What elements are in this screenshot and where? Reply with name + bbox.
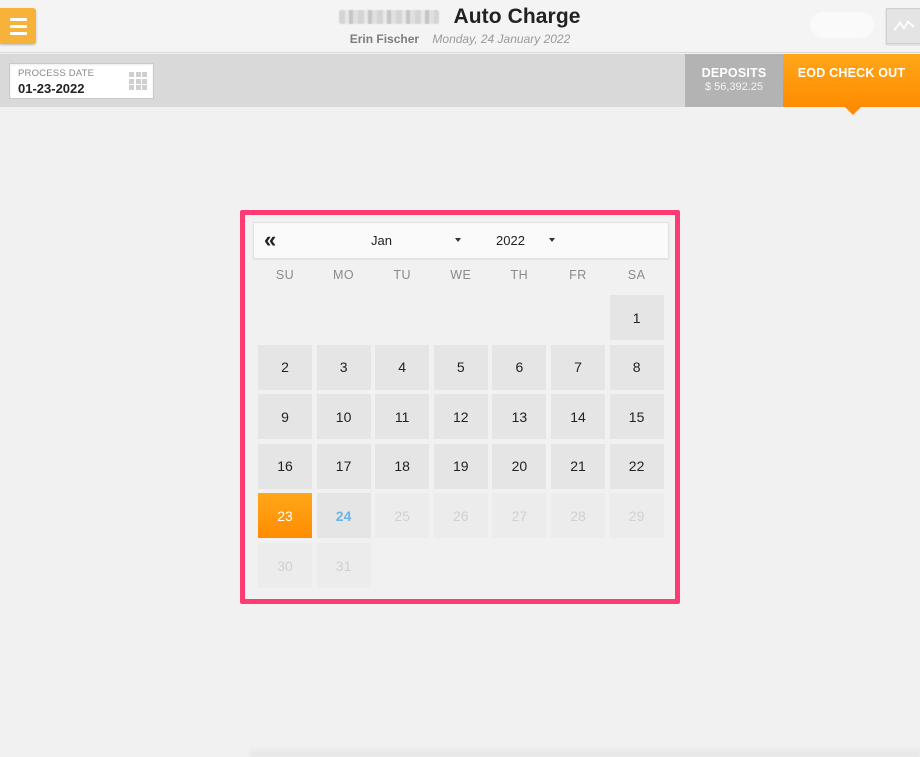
calendar-nav: « Jan 2022 (253, 222, 669, 259)
app-header: Auto Charge Erin Fischer Monday, 24 Janu… (0, 0, 920, 53)
eod-check-out-button[interactable]: EOD CHECK OUT (783, 54, 920, 107)
weekday-label: MO (333, 268, 355, 282)
toolbar: PROCESS DATE 01-23-2022 DEPOSITS $ 56,39… (0, 54, 920, 107)
calendar-day[interactable]: 12 (433, 394, 488, 440)
calendar-day[interactable]: 9 (258, 394, 312, 440)
title-block: Auto Charge Erin Fischer Monday, 24 Janu… (0, 5, 920, 46)
calendar-day: 27 (492, 493, 547, 539)
year-value: 2022 (496, 233, 525, 248)
process-date-field[interactable]: PROCESS DATE 01-23-2022 (9, 63, 154, 99)
current-date: Monday, 24 January 2022 (432, 32, 571, 46)
calendar-day[interactable]: 20 (492, 443, 547, 489)
month-select[interactable]: Jan (371, 233, 463, 248)
redacted-business-name (339, 10, 440, 24)
calendar-day[interactable]: 8 (609, 344, 664, 390)
calendar-day[interactable]: 22 (609, 443, 664, 489)
chart-button[interactable] (886, 8, 920, 44)
weekday-label: WE (450, 268, 472, 282)
caret-down-icon (455, 238, 461, 242)
calendar-day[interactable]: 18 (375, 443, 430, 489)
line-chart-icon (893, 20, 914, 31)
calendar-day[interactable]: 6 (492, 344, 547, 390)
calendar-day: 30 (258, 543, 312, 588)
calendar-day[interactable]: 11 (375, 394, 430, 440)
header-pill (810, 12, 874, 38)
calendar-day: 26 (433, 493, 488, 539)
weekday-label: FR (569, 268, 587, 282)
weekday-label: TH (510, 268, 529, 282)
calendar-day[interactable]: 4 (375, 344, 430, 390)
calendar-day[interactable]: 17 (316, 443, 371, 489)
calendar-day[interactable]: 3 (316, 344, 371, 390)
calendar-day: 31 (316, 543, 371, 588)
weekday-label: SU (275, 268, 295, 282)
calendar-day[interactable]: 16 (258, 443, 312, 489)
calendar-day[interactable]: 2 (258, 344, 312, 390)
calendar-day-selected[interactable]: 23 (258, 493, 312, 539)
calendar-day[interactable]: 19 (433, 443, 488, 489)
deposits-label: DEPOSITS (701, 66, 767, 80)
calendar-day[interactable]: 15 (609, 394, 664, 440)
calendar-day: 29 (609, 493, 664, 539)
calendar-day[interactable]: 21 (551, 443, 605, 489)
calendar-day-today[interactable]: 24 (316, 493, 371, 539)
calendar-day[interactable]: 1 (609, 295, 664, 340)
calendar-day[interactable]: 10 (316, 394, 371, 440)
page-title: Auto Charge (453, 5, 581, 28)
deposits-panel[interactable]: DEPOSITS $ 56,392.25 (685, 54, 783, 107)
calendar-day[interactable]: 7 (551, 344, 605, 390)
calendar-day: 25 (375, 493, 430, 539)
year-select[interactable]: 2022 (496, 233, 558, 248)
weekday-label: TU (393, 268, 412, 282)
calendar-day[interactable]: 5 (433, 344, 488, 390)
process-date-value: 01-23-2022 (18, 81, 85, 96)
prev-month-button[interactable]: « (264, 229, 276, 251)
process-date-label: PROCESS DATE (18, 68, 95, 79)
bottom-shadow (250, 746, 920, 757)
calendar-grid-icon (129, 72, 147, 90)
user-name: Erin Fischer (349, 32, 420, 46)
eod-caret-indicator (845, 107, 861, 115)
calendar-day[interactable]: 14 (551, 394, 605, 440)
deposits-amount: $ 56,392.25 (704, 81, 764, 93)
month-value: Jan (371, 233, 392, 248)
calendar-day[interactable]: 13 (492, 394, 547, 440)
weekday-label: SA (627, 268, 646, 282)
calendar-day: 28 (551, 493, 605, 539)
weekday-header: SU MO TU WE TH FR SA (256, 268, 666, 284)
caret-down-icon (549, 238, 555, 242)
